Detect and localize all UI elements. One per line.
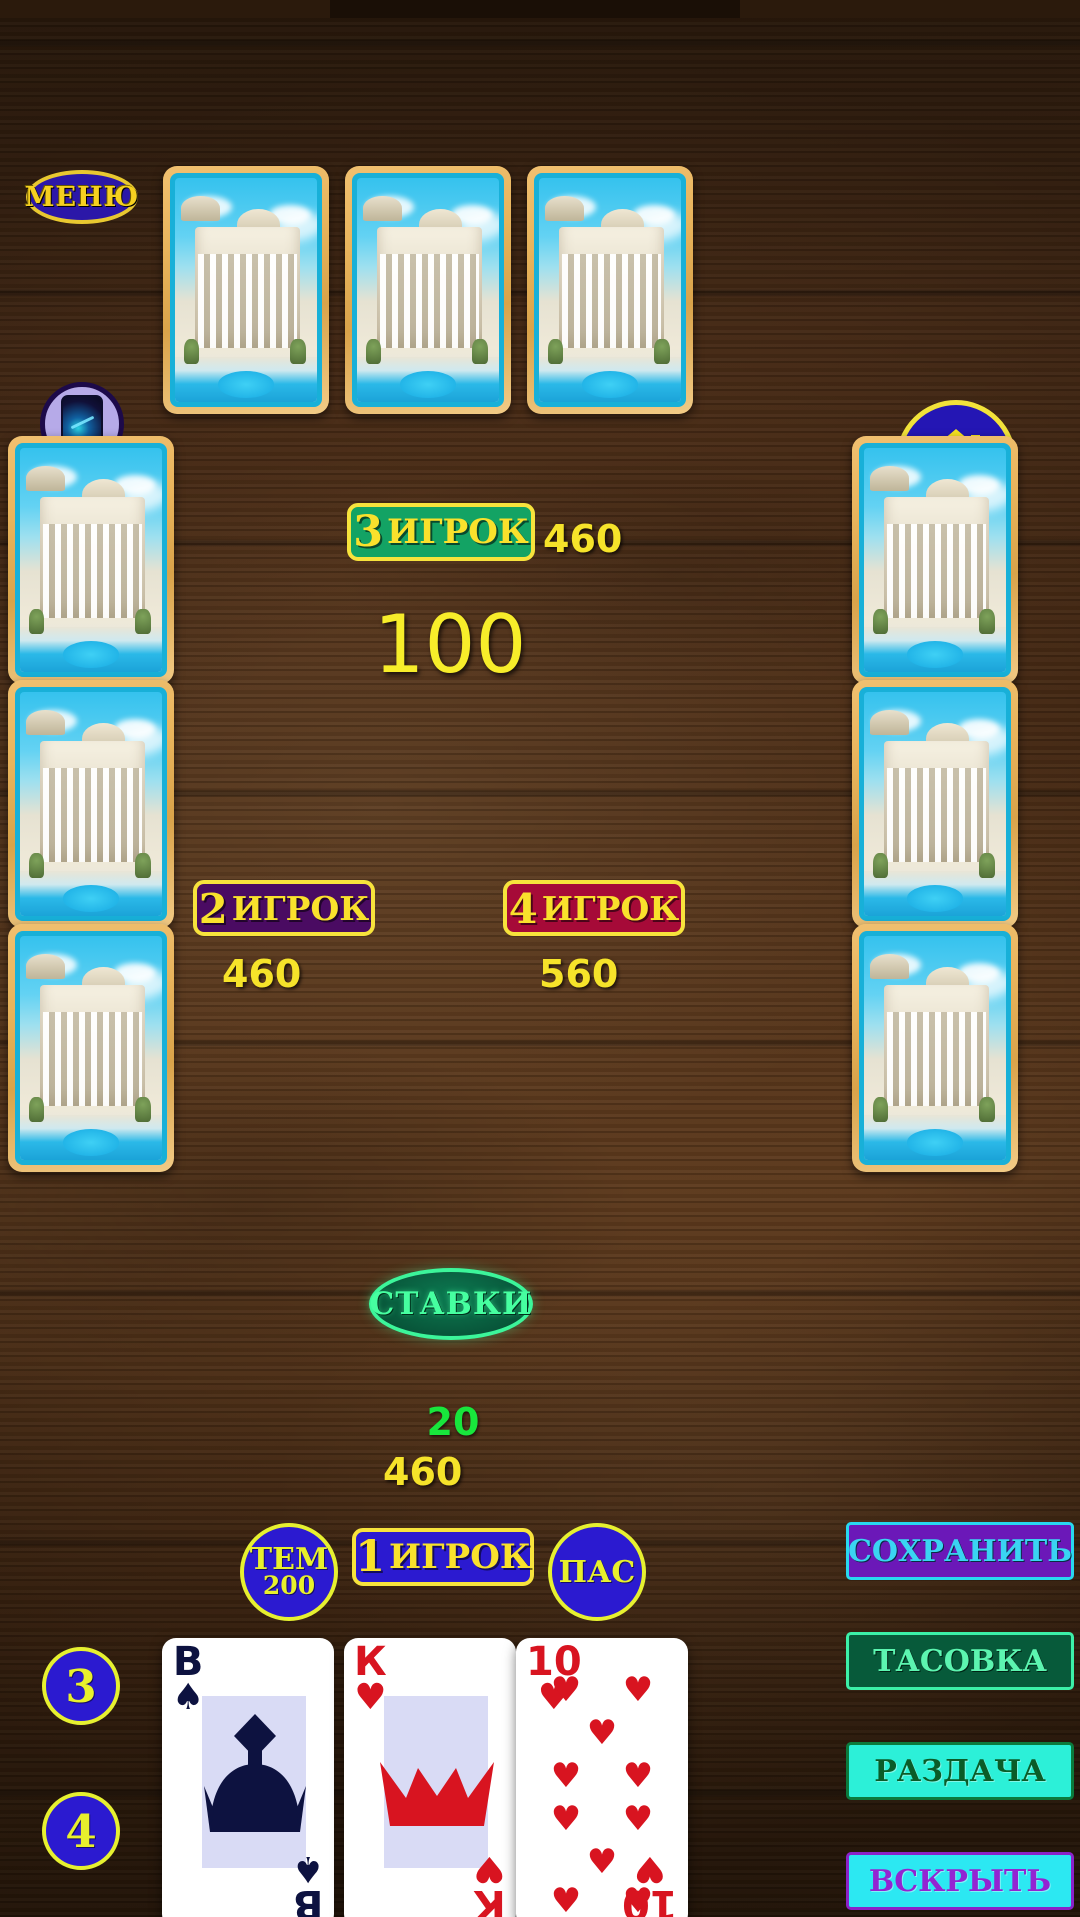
bets-button[interactable]: СТАВКИ: [369, 1268, 533, 1340]
player-4-score: 560: [539, 952, 619, 996]
counter-circle-3-label: 3: [65, 1659, 97, 1713]
status-bar-strip: [0, 0, 1080, 18]
heart-icon-br: ♥: [634, 1848, 667, 1889]
card-back-p3-1[interactable]: [163, 166, 329, 414]
player-2-score: 460: [222, 952, 302, 996]
pot-amount: 100: [373, 598, 527, 691]
reveal-button-label: ВСКРЫТЬ: [868, 1863, 1052, 1899]
shuffle-button-label: ТАСОВКА: [873, 1643, 1047, 1679]
tem-button-label: ТЕМ: [249, 1542, 329, 1577]
player-3-number: 3: [353, 507, 384, 557]
player-3-label: ИГРОК: [387, 512, 529, 552]
hand-card-2-rank: К: [354, 1639, 387, 1685]
king-crown-icon: [380, 1762, 494, 1826]
heart-pip: ♥: [622, 1755, 654, 1796]
card-back-p3-2[interactable]: [345, 166, 511, 414]
deal-button-label: РАЗДАЧА: [874, 1753, 1046, 1789]
counter-circle-4-label: 4: [65, 1804, 97, 1858]
heart-pip: ♥: [586, 1712, 618, 1753]
card-back-p4-1[interactable]: [852, 436, 1018, 684]
hand-card-1-rank: В: [172, 1639, 204, 1685]
heart-pip: ♥: [622, 1799, 654, 1840]
player-plate-3[interactable]: 3 ИГРОК: [347, 503, 535, 561]
hand-card-3-corner-bottom: 10 ♥: [622, 1848, 678, 1917]
tem-button[interactable]: ТЕМ 200: [240, 1523, 338, 1621]
hand-card-2[interactable]: К ♥ К ♥: [344, 1638, 516, 1917]
hand-card-3[interactable]: 10 ♥ ♥ ♥ ♥ ♥ ♥ ♥ ♥ ♥ ♥ ♥ 10 ♥: [516, 1638, 688, 1917]
tem-button-value: 200: [262, 1571, 316, 1600]
bets-button-label: СТАВКИ: [369, 1286, 533, 1322]
player-plate-1[interactable]: 1 ИГРОК: [352, 1528, 534, 1586]
pass-button[interactable]: ПАС: [548, 1523, 646, 1621]
heart-pip: ♥: [550, 1669, 582, 1710]
heart-pip: ♥: [550, 1881, 582, 1917]
player-plate-4[interactable]: 4 ИГРОК: [503, 880, 685, 936]
menu-button[interactable]: МЕНЮ: [24, 170, 140, 224]
player-1-score: 460: [383, 1450, 463, 1494]
hand-card-1-corner-bottom: В ♠: [291, 1848, 324, 1917]
deal-button[interactable]: РАЗДАЧА: [846, 1742, 1074, 1800]
shuffle-button[interactable]: ТАСОВКА: [846, 1632, 1074, 1690]
heart-pip: ♥: [550, 1755, 582, 1796]
counter-circle-3[interactable]: 3: [42, 1647, 120, 1725]
player-plate-2[interactable]: 2 ИГРОК: [193, 880, 375, 936]
reveal-button[interactable]: ВСКРЫТЬ: [846, 1852, 1074, 1910]
heart-pip: ♥: [586, 1842, 618, 1883]
player-1-number: 1: [355, 1532, 386, 1582]
jack-figure-icon: [204, 1714, 306, 1832]
menu-button-label: МЕНЮ: [24, 181, 140, 213]
card-back-p4-3[interactable]: [852, 924, 1018, 1172]
save-button-label: СОХРАНИТЬ: [847, 1533, 1073, 1569]
spade-icon-br: ♠: [291, 1848, 324, 1889]
player-3-score: 460: [543, 517, 623, 561]
card-back-p2-3[interactable]: [8, 924, 174, 1172]
save-button[interactable]: СОХРАНИТЬ: [846, 1522, 1074, 1580]
card-back-p3-3[interactable]: [527, 166, 693, 414]
pass-button-label: ПАС: [558, 1554, 636, 1590]
heart-pip: ♥: [550, 1799, 582, 1840]
card-back-p4-2[interactable]: [852, 680, 1018, 928]
heart-icon-br: ♥: [473, 1848, 506, 1889]
player-4-label: ИГРОК: [541, 888, 680, 928]
hand-card-1[interactable]: В ♠ В ♠: [162, 1638, 334, 1917]
counter-circle-4[interactable]: 4: [42, 1792, 120, 1870]
player-4-number: 4: [508, 883, 538, 933]
card-back-p2-1[interactable]: [8, 436, 174, 684]
player-2-number: 2: [198, 883, 228, 933]
heart-pip: ♥: [622, 1669, 654, 1710]
player-1-label: ИГРОК: [389, 1537, 531, 1577]
card-back-p2-2[interactable]: [8, 680, 174, 928]
hand-card-2-corner-bottom: К ♥: [473, 1848, 506, 1917]
player-1-bid: 20: [426, 1400, 480, 1444]
player-2-label: ИГРОК: [231, 888, 370, 928]
